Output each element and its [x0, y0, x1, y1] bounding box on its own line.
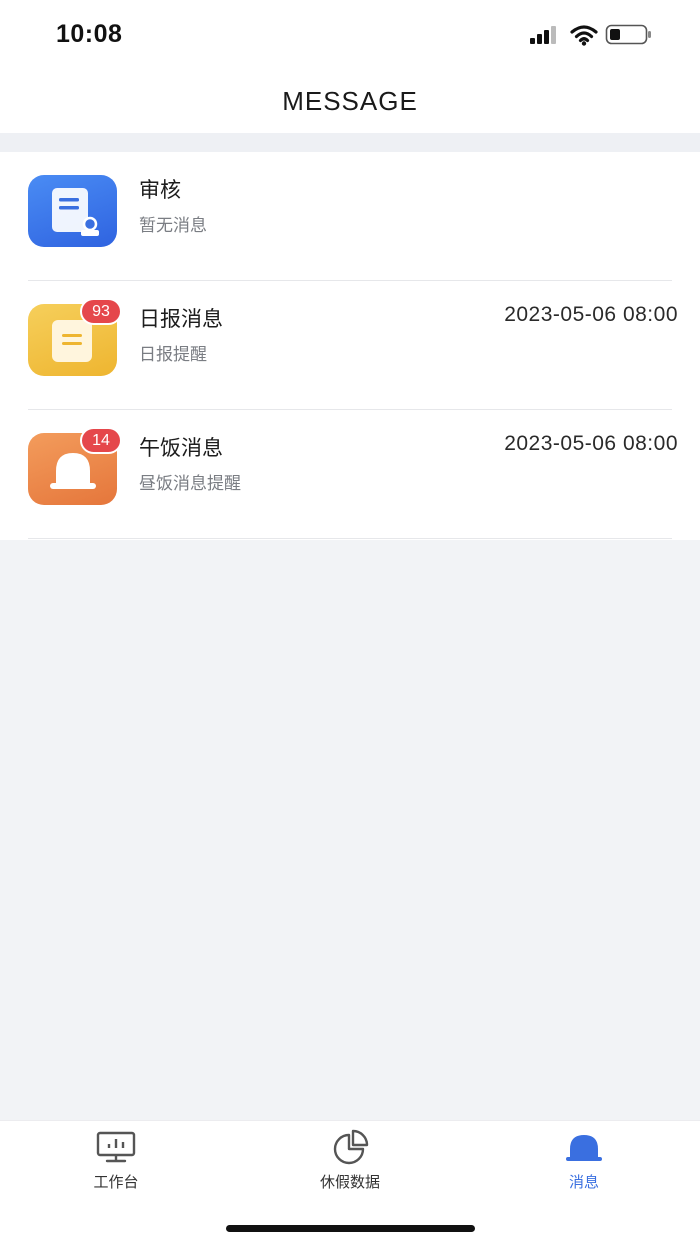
divider — [28, 538, 672, 539]
workbench-monitor-icon — [94, 1129, 138, 1165]
tab-label: 休假数据 — [319, 1173, 380, 1191]
message-list: 审核 暂无消息 93 日报消息 日报提醒 2023-05-06 08:00 14… — [0, 152, 700, 540]
tab-label: 工作台 — [93, 1173, 139, 1191]
message-subtitle: 昼饭消息提醒 — [139, 474, 241, 494]
bell-icon: 14 — [28, 427, 122, 505]
status-icons — [530, 22, 670, 52]
message-item-daily-report[interactable]: 93 日报消息 日报提醒 2023-05-06 08:00 — [0, 281, 700, 410]
message-title: 审核 — [139, 178, 181, 202]
daily-report-icon: 93 — [28, 298, 122, 376]
tab-label: 消息 — [568, 1173, 599, 1191]
battery-icon — [605, 24, 651, 45]
unread-badge: 14 — [80, 427, 122, 454]
page-header: MESSAGE — [0, 70, 700, 133]
message-subtitle: 日报提醒 — [139, 345, 207, 365]
message-subtitle: 暂无消息 — [139, 216, 207, 236]
message-item-audit[interactable]: 审核 暂无消息 — [0, 152, 700, 281]
message-time: 2023-05-06 08:00 — [504, 432, 678, 455]
message-title: 午饭消息 — [139, 436, 223, 460]
status-time: 10:08 — [56, 20, 123, 48]
tab-messages[interactable]: 消息 — [514, 1129, 654, 1199]
audit-document-icon — [28, 175, 117, 247]
bell-icon — [562, 1129, 606, 1165]
tab-leave-data[interactable]: 休假数据 — [280, 1129, 420, 1199]
unread-badge: 93 — [80, 298, 122, 325]
message-time: 2023-05-06 08:00 — [504, 303, 678, 326]
message-title: 日报消息 — [139, 307, 223, 331]
status-bar: 10:08 — [0, 0, 700, 70]
tab-workbench[interactable]: 工作台 — [46, 1129, 186, 1199]
signal-icon — [530, 26, 556, 44]
header-separator — [0, 133, 700, 152]
home-indicator[interactable] — [226, 1225, 475, 1232]
page-title: MESSAGE — [282, 86, 418, 116]
wifi-icon — [570, 25, 598, 46]
pie-chart-icon — [328, 1129, 372, 1165]
message-item-lunch[interactable]: 14 午饭消息 昼饭消息提醒 2023-05-06 08:00 — [0, 410, 700, 539]
